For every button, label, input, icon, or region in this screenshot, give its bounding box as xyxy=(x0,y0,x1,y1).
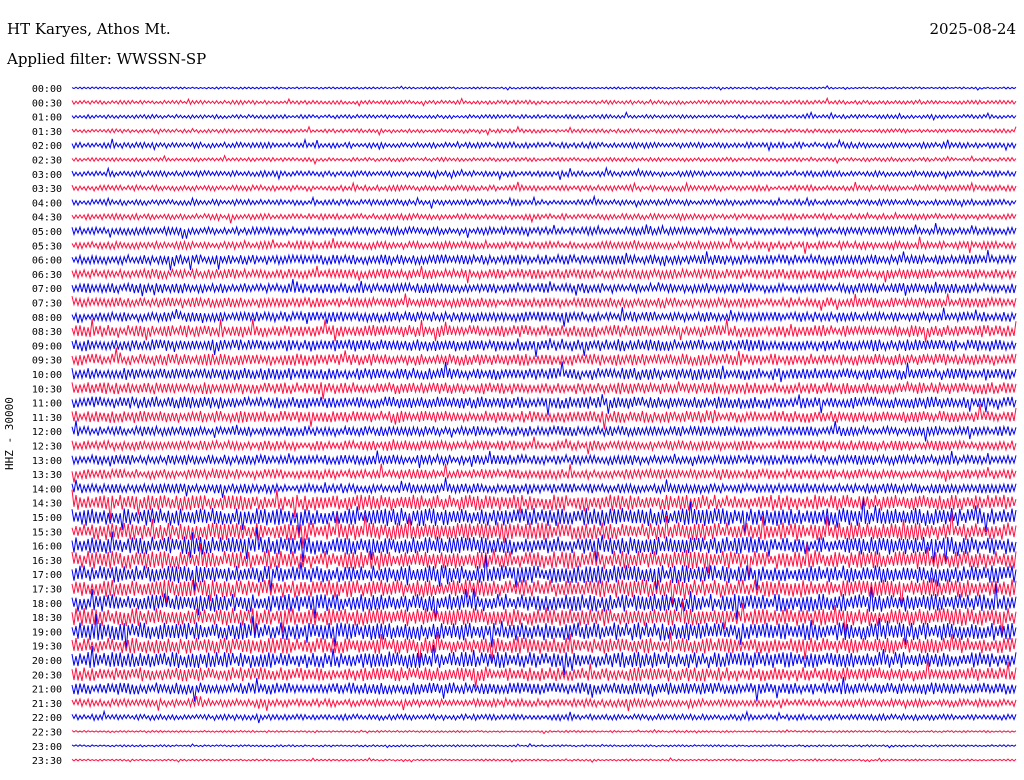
seismogram-trace xyxy=(71,381,1017,400)
time-tick-label: 07:30 xyxy=(32,299,62,310)
time-tick-label: 02:00 xyxy=(32,141,62,152)
seismogram-trace xyxy=(71,265,1017,284)
time-tick-label: 13:30 xyxy=(32,470,62,481)
seismogram-trace xyxy=(71,223,1017,239)
seismogram-trace xyxy=(71,394,1017,416)
seismogram-trace xyxy=(71,420,1017,442)
time-tick-label: 23:00 xyxy=(32,742,62,753)
time-tick-label: 17:30 xyxy=(32,585,62,596)
helicorder-plot: 00:00 00:30 01:00 01:30 02:00 02:30 03:00 03:30… xyxy=(32,84,1017,767)
time-tick-label: 20:30 xyxy=(32,670,62,681)
time-tick-label: 07:00 xyxy=(32,284,62,295)
seismogram-trace xyxy=(71,236,1017,254)
seismogram-trace xyxy=(71,85,1017,91)
time-tick-label: 11:30 xyxy=(32,413,62,424)
time-tick-label: 12:30 xyxy=(32,442,62,453)
seismogram-trace xyxy=(71,742,1017,749)
time-tick-label: 13:00 xyxy=(32,456,62,467)
time-tick-label: 01:30 xyxy=(32,127,62,138)
time-tick-label: 10:00 xyxy=(32,370,62,381)
time-tick-label: 08:30 xyxy=(32,327,62,338)
time-tick-label: 12:00 xyxy=(32,427,62,438)
time-tick-label: 08:00 xyxy=(32,313,62,324)
seismogram-trace xyxy=(71,278,1017,297)
seismogram-trace xyxy=(71,211,1017,224)
seismogram-trace xyxy=(71,110,1017,122)
seismogram-trace xyxy=(71,695,1017,712)
time-tick-label: 21:30 xyxy=(32,699,62,710)
seismogram-trace xyxy=(71,436,1017,455)
seismogram-trace xyxy=(71,676,1017,702)
time-tick-label: 15:30 xyxy=(32,527,62,538)
time-tick-label: 10:30 xyxy=(32,384,62,395)
seismogram-trace xyxy=(71,361,1017,383)
time-tick-label: 05:30 xyxy=(32,241,62,252)
seismogram-trace xyxy=(71,96,1017,107)
time-tick-label: 16:30 xyxy=(32,556,62,567)
seismogram-trace xyxy=(71,165,1017,181)
time-tick-label: 09:30 xyxy=(32,356,62,367)
time-tick-label: 03:30 xyxy=(32,184,62,195)
time-tick-label: 19:00 xyxy=(32,627,62,638)
time-tick-label: 00:00 xyxy=(32,84,62,95)
time-tick-label: 18:00 xyxy=(32,599,62,610)
time-tick-label: 15:00 xyxy=(32,513,62,524)
time-tick-label: 21:00 xyxy=(32,685,62,696)
seismogram-trace xyxy=(71,154,1017,166)
time-tick-label: 04:30 xyxy=(32,213,62,224)
time-tick-label: 14:00 xyxy=(32,484,62,495)
time-tick-label: 06:30 xyxy=(32,270,62,281)
time-tick-label: 05:00 xyxy=(32,227,62,238)
time-tick-label: 09:00 xyxy=(32,341,62,352)
seismogram-trace xyxy=(71,404,1017,430)
seismogram-trace xyxy=(71,709,1017,724)
seismogram-trace xyxy=(71,463,1017,483)
time-tick-label: 22:30 xyxy=(32,728,62,739)
time-tick-label: 04:00 xyxy=(32,198,62,209)
time-tick-label: 11:00 xyxy=(32,399,62,410)
time-tick-label: 00:30 xyxy=(32,98,62,109)
time-tick-label: 01:00 xyxy=(32,113,62,124)
seismogram-trace xyxy=(71,728,1017,735)
seismogram-trace xyxy=(71,450,1017,469)
time-tick-label: 16:00 xyxy=(32,542,62,553)
time-tick-label: 06:00 xyxy=(32,256,62,267)
seismogram-trace xyxy=(71,338,1017,357)
time-tick-label: 22:00 xyxy=(32,713,62,724)
seismogram-trace xyxy=(71,249,1017,271)
seismogram-trace xyxy=(71,137,1017,153)
seismogram-trace xyxy=(71,293,1017,311)
time-tick-label: 14:30 xyxy=(32,499,62,510)
seismogram-trace xyxy=(71,194,1017,209)
seismogram-trace xyxy=(71,477,1017,498)
time-tick-label: 23:30 xyxy=(32,756,62,767)
seismogram-trace xyxy=(71,125,1017,137)
seismogram-trace xyxy=(71,180,1017,193)
time-tick-label: 20:00 xyxy=(32,656,62,667)
seismogram-trace xyxy=(71,318,1017,343)
time-tick-label: 03:00 xyxy=(32,170,62,181)
seismogram-trace xyxy=(71,307,1017,327)
time-tick-label: 19:30 xyxy=(32,642,62,653)
time-tick-label: 18:30 xyxy=(32,613,62,624)
time-tick-label: 17:00 xyxy=(32,570,62,581)
time-tick-label: 02:30 xyxy=(32,156,62,167)
seismogram-trace xyxy=(71,757,1017,764)
